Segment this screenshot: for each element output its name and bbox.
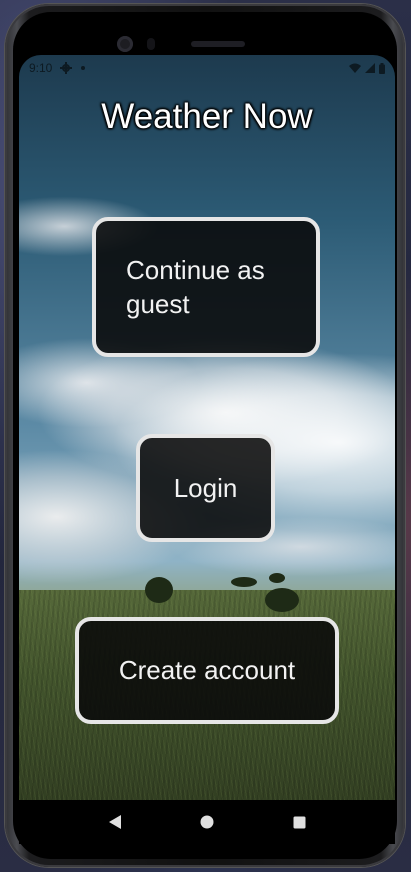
home-circle-icon xyxy=(200,815,214,829)
nav-home-button[interactable] xyxy=(195,810,219,834)
back-triangle-icon xyxy=(109,815,121,829)
app-screen: 9:10 Weather Now Continue as guest Login… xyxy=(19,55,395,800)
cell-signal-icon xyxy=(365,63,375,73)
tree xyxy=(145,577,173,603)
status-time: 9:10 xyxy=(29,61,53,75)
proximity-sensor xyxy=(147,38,155,50)
status-bar: 9:10 xyxy=(19,55,395,81)
earpiece-speaker xyxy=(191,41,245,47)
tree xyxy=(265,588,299,612)
settings-gear-icon xyxy=(60,62,73,74)
recents-square-icon xyxy=(293,816,305,828)
app-title: Weather Now xyxy=(101,97,313,136)
login-button[interactable]: Login xyxy=(136,434,275,542)
system-navigation-bar xyxy=(19,800,395,844)
continue-as-guest-button[interactable]: Continue as guest xyxy=(92,217,320,357)
nav-recents-button[interactable] xyxy=(287,810,311,834)
tree xyxy=(231,577,257,587)
nav-back-button[interactable] xyxy=(103,810,127,834)
battery-icon xyxy=(379,62,385,74)
notification-dot-icon xyxy=(81,66,86,70)
tree xyxy=(269,573,285,583)
wifi-icon xyxy=(349,63,361,73)
front-camera xyxy=(117,36,133,52)
create-account-button[interactable]: Create account xyxy=(75,617,339,724)
